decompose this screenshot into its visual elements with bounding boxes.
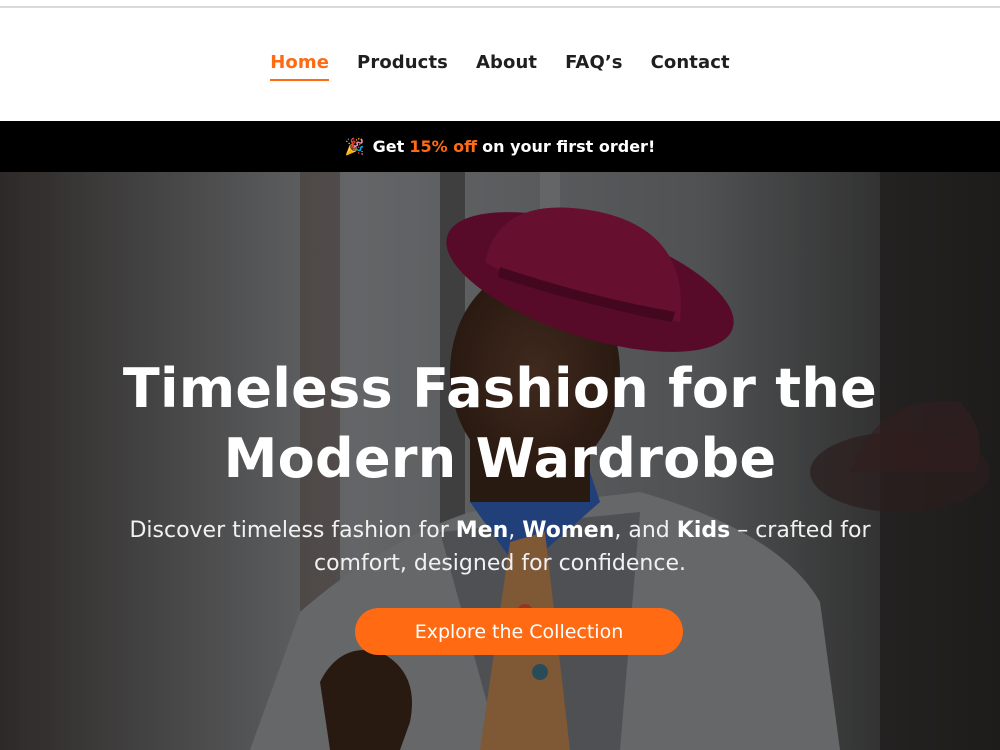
subtitle-kids: Kids <box>676 518 731 543</box>
hero-title: Timeless Fashion for the Modern Wardrobe <box>0 354 1000 494</box>
nav-faqs[interactable]: FAQ’s <box>565 51 623 81</box>
nav-home[interactable]: Home <box>270 51 330 81</box>
promo-discount: 15% off <box>409 137 478 156</box>
hero-subtitle-line2: comfort, designed for confidence. <box>314 551 686 576</box>
promo-suffix: on your first order! <box>482 137 656 156</box>
top-border <box>0 0 1000 8</box>
subtitle-and: , and <box>614 518 670 543</box>
hero-title-line2: Modern Wardrobe <box>223 427 777 490</box>
site-header: Home Products About FAQ’s Contact <box>0 8 1000 121</box>
main-nav: Home Products About FAQ’s Contact <box>0 51 1000 81</box>
party-popper-icon: 🎉 <box>344 137 365 156</box>
nav-about[interactable]: About <box>476 51 537 81</box>
subtitle-men: Men <box>455 518 509 543</box>
subtitle-comma: , <box>508 518 516 543</box>
hero-subtitle: Discover timeless fashion for Men, Women… <box>0 514 1000 580</box>
hero-section: Timeless Fashion for the Modern Wardrobe… <box>0 172 1000 750</box>
subtitle-prefix: Discover timeless fashion for <box>129 518 449 543</box>
nav-contact[interactable]: Contact <box>651 51 730 81</box>
subtitle-after: – crafted for <box>737 518 871 543</box>
nav-products[interactable]: Products <box>357 51 448 81</box>
hero-subtitle-line1: Discover timeless fashion for Men, Women… <box>0 514 1000 547</box>
promo-banner: 🎉 Get 15% off on your first order! <box>0 121 1000 172</box>
promo-prefix: Get <box>372 137 405 156</box>
explore-collection-button[interactable]: Explore the Collection <box>355 608 683 655</box>
subtitle-women: Women <box>522 518 615 543</box>
hero-title-line1: Timeless Fashion for the <box>122 357 878 420</box>
